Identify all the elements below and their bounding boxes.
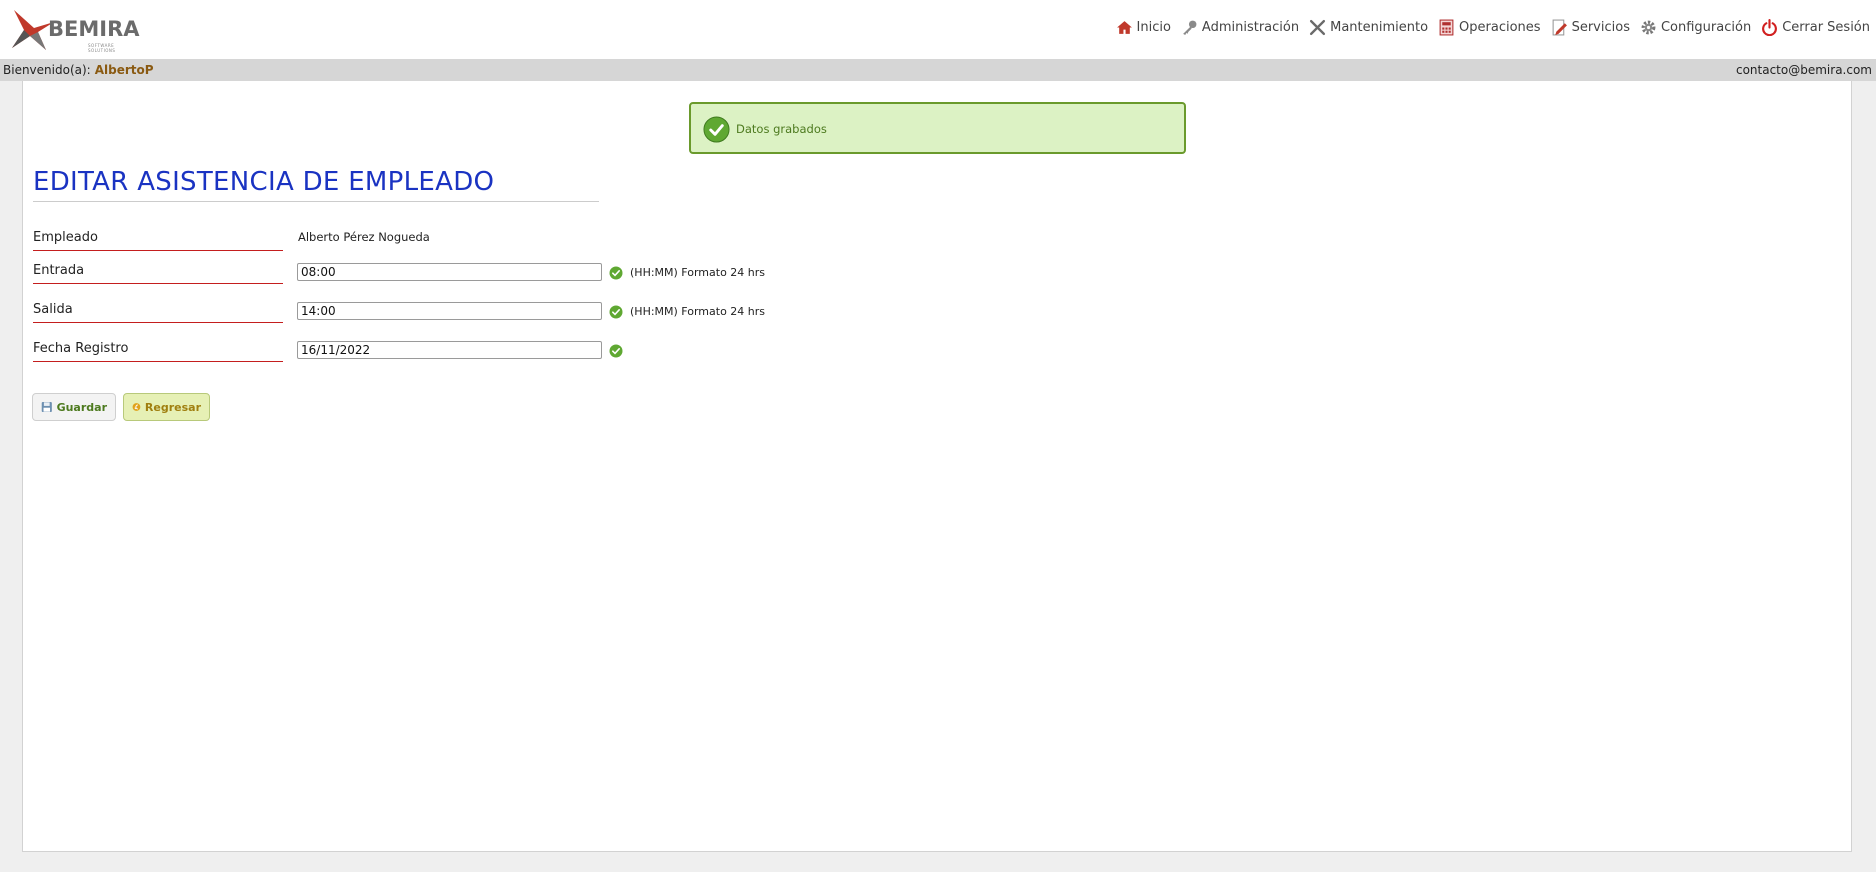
nav-label-configuracion: Configuración [1660, 19, 1752, 35]
main-nav: Inicio Administración Mantenimiento Oper… [1116, 16, 1870, 38]
back-arrow-icon [132, 403, 141, 411]
logo-text: BEMIRA [48, 17, 140, 41]
calculator-icon [1439, 19, 1454, 35]
power-icon [1762, 18, 1778, 36]
nav-label-cerrar-sesion: Cerrar Sesión [1782, 19, 1870, 35]
header: BEMIRA SOFTWARE SOLUTIONS Inicio Adminis… [0, 0, 1876, 59]
nav-label-administracion: Administración [1201, 19, 1300, 35]
contact-email: contacto@bemira.com [1735, 63, 1872, 77]
nav-label-operaciones: Operaciones [1459, 19, 1541, 35]
nav-configuracion[interactable]: Configuración [1640, 19, 1751, 36]
salida-hint: (HH:MM) Formato 24 hrs [630, 305, 766, 318]
logo-subtext: SOFTWARE SOLUTIONS [88, 43, 116, 53]
row-empleado: Empleado Alberto Pérez Nogueda [33, 230, 833, 254]
label-entrada: Entrada [33, 263, 283, 284]
row-fecha-registro: Fecha Registro [33, 341, 833, 365]
valid-check-icon [609, 266, 623, 280]
save-button[interactable]: Guardar [32, 393, 116, 421]
welcome-user: AlbertoP [94, 63, 154, 77]
gear-icon [1641, 20, 1656, 34]
page-title: EDITAR ASISTENCIA DE EMPLEADO [33, 167, 599, 202]
label-salida: Salida [33, 302, 283, 323]
value-empleado: Alberto Pérez Nogueda [298, 230, 430, 244]
nav-mantenimiento[interactable]: Mantenimiento [1309, 19, 1428, 36]
entrada-input[interactable] [297, 263, 602, 281]
entrada-hint: (HH:MM) Formato 24 hrs [630, 266, 766, 279]
main-content: Datos grabados EDITAR ASISTENCIA DE EMPL… [22, 81, 1852, 852]
back-button-label: Regresar [144, 400, 201, 414]
row-entrada: Entrada (HH:MM) Formato 24 hrs [33, 263, 833, 287]
check-circle-icon [703, 116, 730, 143]
home-icon [1116, 20, 1132, 34]
label-fecha-registro: Fecha Registro [33, 341, 283, 362]
document-edit-icon [1552, 19, 1567, 35]
valid-check-icon [609, 305, 623, 319]
nav-administracion[interactable]: Administración [1181, 19, 1299, 36]
nav-label-servicios: Servicios [1571, 19, 1630, 35]
welcome-greeting: Bienvenido(a): [3, 63, 91, 77]
valid-check-icon [609, 344, 623, 358]
logo[interactable]: BEMIRA SOFTWARE SOLUTIONS [10, 8, 140, 53]
label-empleado: Empleado [33, 230, 283, 251]
welcome-bar: Bienvenido(a): AlbertoP contacto@bemira.c… [0, 59, 1876, 81]
nav-label-mantenimiento: Mantenimiento [1330, 19, 1429, 35]
nav-servicios[interactable]: Servicios [1551, 19, 1630, 36]
success-alert: Datos grabados [689, 102, 1186, 154]
tools-icon [1310, 19, 1326, 35]
nav-operaciones[interactable]: Operaciones [1438, 19, 1541, 36]
nav-cerrar-sesion[interactable]: Cerrar Sesión [1761, 18, 1870, 36]
fecha-registro-input[interactable] [297, 341, 602, 359]
key-icon [1183, 20, 1197, 35]
welcome-message: Bienvenido(a): AlbertoP [3, 63, 154, 77]
nav-label-inicio: Inicio [1136, 19, 1171, 35]
save-button-label: Guardar [56, 400, 107, 414]
row-salida: Salida (HH:MM) Formato 24 hrs [33, 302, 833, 326]
floppy-disk-icon [41, 401, 52, 413]
back-button[interactable]: Regresar [123, 393, 210, 421]
alert-message: Datos grabados [736, 122, 827, 136]
salida-input[interactable] [297, 302, 602, 320]
nav-inicio[interactable]: Inicio [1116, 19, 1171, 36]
